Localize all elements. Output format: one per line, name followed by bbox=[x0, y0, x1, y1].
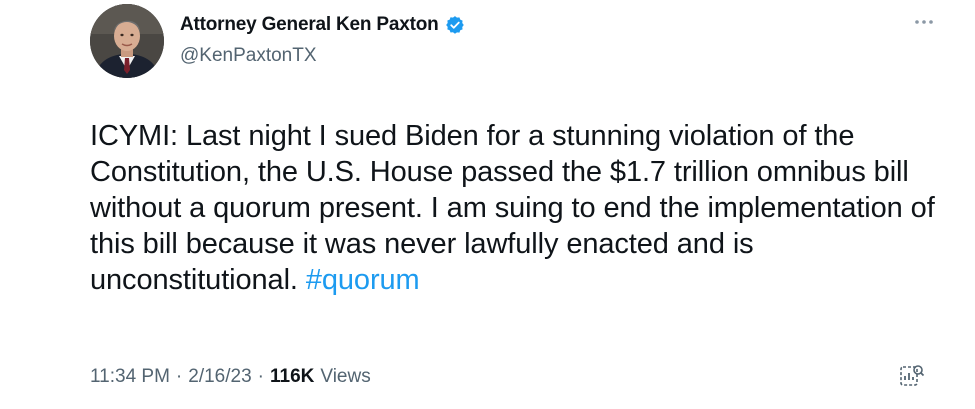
author-name-row: Attorney General Ken Paxton bbox=[180, 14, 465, 36]
meta-separator-2: · bbox=[257, 366, 264, 387]
avatar[interactable] bbox=[90, 4, 164, 78]
views-label: Views bbox=[320, 366, 371, 387]
tweet-date[interactable]: 2/16/23 bbox=[188, 366, 251, 388]
more-options-icon[interactable] bbox=[912, 12, 936, 32]
meta-separator-1: · bbox=[175, 366, 183, 387]
tweet-analytics-icon[interactable] bbox=[898, 362, 926, 390]
views-count: 116K bbox=[269, 366, 315, 387]
author-handle[interactable]: @KenPaxtonTX bbox=[180, 45, 317, 67]
tweet-time[interactable]: 11:34 PM bbox=[90, 366, 170, 388]
author-display-name[interactable]: Attorney General Ken Paxton bbox=[180, 14, 439, 36]
tweet-card: Attorney General Ken Paxton @KenPaxtonTX… bbox=[0, 0, 975, 409]
tweet-text: ICYMI: Last night I sued Biden for a stu… bbox=[90, 118, 950, 298]
verified-badge-icon bbox=[445, 15, 465, 35]
tweet-body-text: ICYMI: Last night I sued Biden for a stu… bbox=[90, 120, 935, 296]
tweet-meta: 11:34 PM · 2/16/23 · 116K Views bbox=[90, 366, 371, 388]
hashtag-link[interactable]: #quorum bbox=[306, 264, 420, 296]
